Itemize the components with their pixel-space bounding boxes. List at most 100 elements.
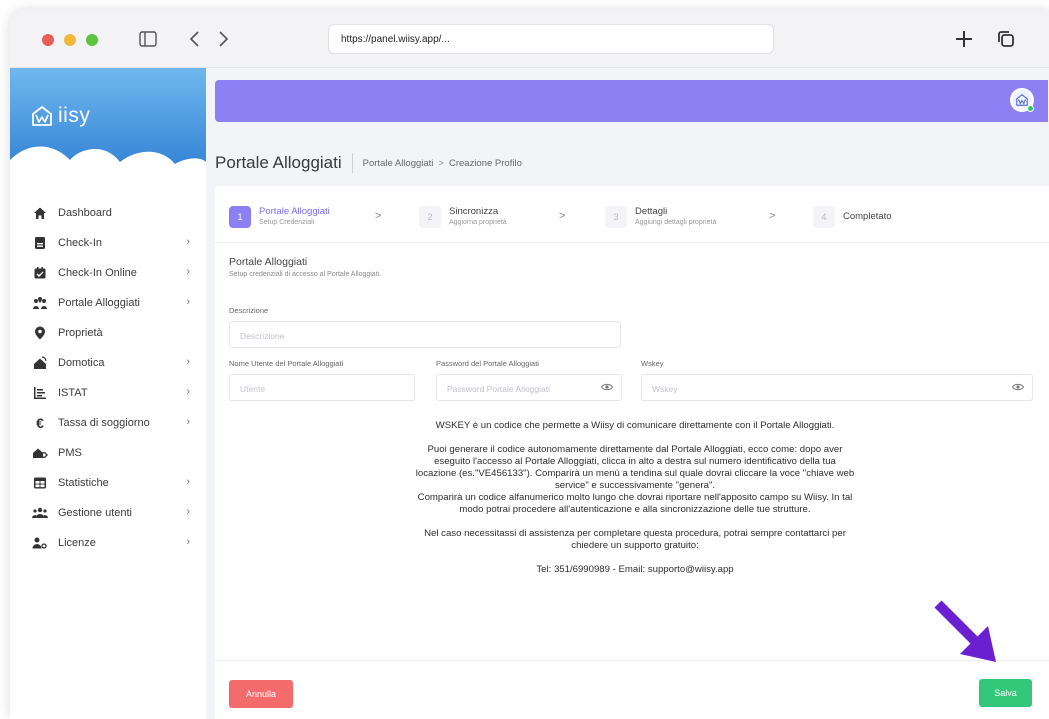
sidebar-item-label: Tassa di soggiorno [58, 417, 150, 429]
table-icon [32, 475, 48, 491]
wiisy-avatar-icon [1016, 94, 1028, 106]
maximize-window-button[interactable] [86, 34, 98, 46]
sidebar-item-label: PMS [58, 447, 82, 459]
sidebar-header: iisy [10, 68, 206, 178]
password-placeholder: Password Portale Alloggiati [447, 384, 551, 394]
map-pin-icon [32, 325, 48, 341]
main-content: Portale Alloggiati Portale Alloggiati > Cr… [215, 68, 1049, 719]
step-number: 4 [813, 206, 835, 228]
bar-list-icon [32, 385, 48, 401]
chevron-right-icon: › [186, 356, 190, 368]
step-number: 2 [419, 206, 441, 228]
pointer-arrow-icon [934, 600, 996, 662]
sidebar-item-dashboard[interactable]: Dashboard [10, 198, 206, 228]
sidebar-item-licenze[interactable]: Licenze › [10, 528, 206, 558]
chevron-right-icon: › [186, 536, 190, 548]
step-title: Sincronizza [449, 206, 499, 217]
wskey-info-text: WSKEY è un codice che permette a Wiisy d… [415, 420, 855, 588]
step-arrow-icon: > [559, 210, 566, 222]
sidebar-item-label: Statistiche [58, 477, 109, 489]
wskey-input[interactable]: Wskey [641, 374, 1033, 401]
house-key-icon [32, 445, 48, 461]
url-bar[interactable]: https://panel.wiisy.app/... [328, 24, 774, 54]
sidebar-item-label: Check-In [58, 237, 103, 249]
step-dettagli[interactable]: 3 Dettagli Aggiungi dettagli proprietà [605, 200, 716, 234]
browser-window: https://panel.wiisy.app/... iisy Dashboa… [10, 10, 1049, 719]
sidebar-toggle-icon[interactable] [136, 26, 160, 52]
back-arrow-icon[interactable] [182, 26, 206, 52]
sidebar-item-statistiche[interactable]: Statistiche › [10, 468, 206, 498]
step-subtitle: Setup Credenziali [259, 219, 315, 226]
app-logo-text: iisy [58, 104, 91, 127]
minimize-window-button[interactable] [64, 34, 76, 46]
calendar-check-icon [32, 265, 48, 281]
sidebar-item-gestione-utenti[interactable]: Gestione utenti › [10, 498, 206, 528]
description-input[interactable]: Descrizione [229, 321, 621, 348]
tab-overview-icon[interactable] [994, 26, 1018, 52]
stepper-divider [215, 242, 1049, 243]
section-subtitle: Setup credenziali di accesso al Portale … [229, 271, 382, 278]
step-completato[interactable]: 4 Completato [813, 200, 892, 234]
users-location-icon [32, 295, 48, 311]
chevron-right-icon: › [186, 476, 190, 488]
top-header-bar [215, 80, 1048, 122]
username-input[interactable]: Utente [229, 374, 415, 401]
new-tab-plus-icon[interactable] [952, 26, 976, 52]
avatar[interactable] [1010, 88, 1034, 112]
wiisy-logo-icon [32, 106, 52, 126]
app-logo[interactable]: iisy [30, 104, 90, 128]
password-label: Password del Portale Alloggiati [436, 359, 539, 368]
section-title: Portale Alloggiati [229, 256, 308, 268]
form-card: 1 Portale Alloggiati Setup Credenziali >… [215, 186, 1049, 719]
home-icon [32, 205, 48, 221]
browser-titlebar: https://panel.wiisy.app/... [10, 10, 1049, 68]
info-paragraph: Puoi generare il codice autonomamente di… [415, 444, 855, 491]
eye-icon[interactable] [600, 382, 614, 394]
chevron-right-icon: › [186, 296, 190, 308]
username-label: Nome Utente del Portale Alloggiati [229, 359, 344, 368]
chevron-right-icon: › [186, 266, 190, 278]
sidebar-item-check-in[interactable]: Check-In › [10, 228, 206, 258]
page-title-row: Portale Alloggiati Portale Alloggiati > Cr… [215, 150, 522, 176]
sidebar-item-istat[interactable]: ISTAT › [10, 378, 206, 408]
sidebar-item-pms[interactable]: PMS [10, 438, 206, 468]
step-subtitle: Aggiungi dettagli proprietà [635, 219, 717, 226]
smart-home-icon [32, 355, 48, 371]
step-sincronizza[interactable]: 2 Sincronizza Aggiorna proprietà [419, 200, 507, 234]
sidebar-item-check-in-online[interactable]: Check-In Online › [10, 258, 206, 288]
sidebar: iisy Dashboard Check-In › Check-In Onlin… [10, 68, 206, 719]
footer-divider [215, 660, 1049, 661]
sidebar-item-tassa-di-soggiorno[interactable]: € Tassa di soggiorno › [10, 408, 206, 438]
breadcrumb-item[interactable]: Portale Alloggiati [363, 158, 434, 169]
chevron-right-icon: › [186, 416, 190, 428]
sidebar-item-label: Proprietà [58, 327, 103, 339]
breadcrumb-separator: > [438, 157, 444, 169]
sidebar-item-label: Dashboard [58, 207, 112, 219]
info-paragraph: Comparirà un codice alfanumerico molto l… [417, 492, 853, 515]
users-icon [32, 505, 48, 521]
contact-info: Tel: 351/6990989 - Email: supporto@wiisy… [536, 564, 734, 575]
password-input[interactable]: Password Portale Alloggiati [436, 374, 622, 401]
cancel-button[interactable]: Annulla [229, 680, 293, 708]
sidebar-item-label: Portale Alloggiati [58, 297, 140, 309]
sidebar-item-domotica[interactable]: Domotica › [10, 348, 206, 378]
eye-icon[interactable] [1011, 382, 1025, 394]
step-number: 1 [229, 206, 251, 228]
sidebar-item-label: Check-In Online [58, 267, 137, 279]
step-arrow-icon: > [375, 210, 382, 222]
step-portale-alloggiati[interactable]: 1 Portale Alloggiati Setup Credenziali [229, 200, 330, 234]
close-window-button[interactable] [42, 34, 54, 46]
online-status-dot [1027, 105, 1034, 112]
chevron-right-icon: › [186, 506, 190, 518]
wskey-placeholder: Wskey [652, 384, 678, 394]
sidebar-item-proprieta[interactable]: Proprietà [10, 318, 206, 348]
euro-icon: € [36, 415, 44, 431]
chevron-right-icon: › [186, 236, 190, 248]
forward-arrow-icon[interactable] [212, 26, 236, 52]
sidebar-item-portale-alloggiati[interactable]: Portale Alloggiati › [10, 288, 206, 318]
info-paragraph: WSKEY è un codice che permette a Wiisy d… [435, 420, 835, 431]
sidebar-item-label: Domotica [58, 357, 105, 369]
sidebar-item-label: Licenze [58, 537, 96, 549]
save-button[interactable]: Salva [979, 679, 1032, 707]
step-title: Dettagli [635, 206, 668, 217]
